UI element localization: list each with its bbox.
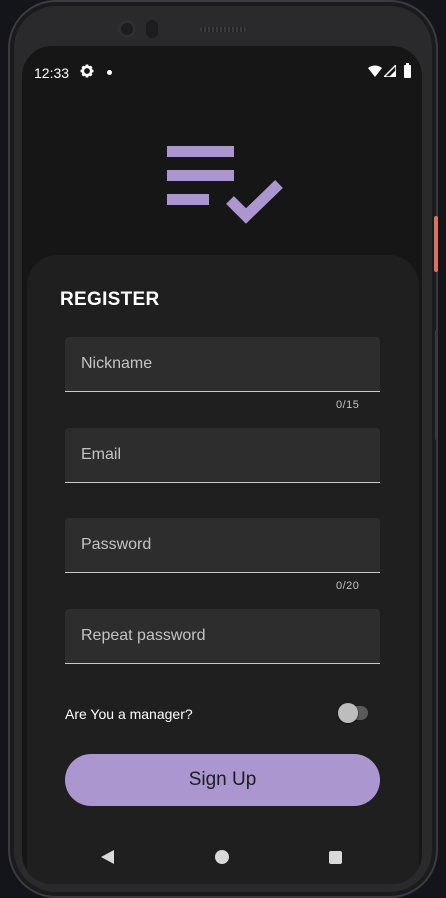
volume-button — [435, 330, 438, 440]
sensor — [146, 20, 158, 38]
email-placeholder: Email — [81, 446, 122, 463]
home-icon[interactable] — [215, 850, 229, 864]
nickname-placeholder: Nickname — [81, 355, 153, 372]
password-field[interactable]: Password — [65, 518, 380, 573]
signal-icon — [382, 63, 397, 81]
front-camera — [118, 20, 136, 38]
repeat-password-field[interactable]: Repeat password — [65, 609, 380, 664]
checklist-icon — [167, 146, 283, 232]
battery-icon — [404, 63, 411, 78]
sign-up-button[interactable]: Sign Up — [65, 754, 380, 806]
notification-dot-icon — [107, 70, 112, 75]
email-field[interactable]: Email — [65, 428, 380, 483]
form-title: REGISTER — [60, 289, 160, 310]
gear-icon — [80, 64, 94, 82]
screen: 12:33 REGISTER Nickname 0/15 Email Passw… — [22, 46, 422, 884]
toggle-thumb — [338, 703, 358, 723]
manager-toggle-label: Are You a manager? — [65, 706, 193, 722]
repeat-password-placeholder: Repeat password — [81, 627, 206, 644]
nickname-counter: 0/15 — [336, 399, 360, 411]
earpiece-speaker — [200, 27, 246, 32]
power-button — [434, 216, 438, 272]
wifi-icon — [368, 65, 382, 81]
status-bar: 12:33 — [22, 60, 422, 86]
nickname-field[interactable]: Nickname — [65, 337, 380, 392]
status-time: 12:33 — [34, 65, 70, 81]
manager-toggle[interactable] — [338, 703, 368, 723]
recents-icon[interactable] — [329, 851, 342, 864]
password-placeholder: Password — [81, 536, 152, 553]
back-icon[interactable] — [101, 850, 114, 864]
password-counter: 0/20 — [336, 580, 360, 592]
